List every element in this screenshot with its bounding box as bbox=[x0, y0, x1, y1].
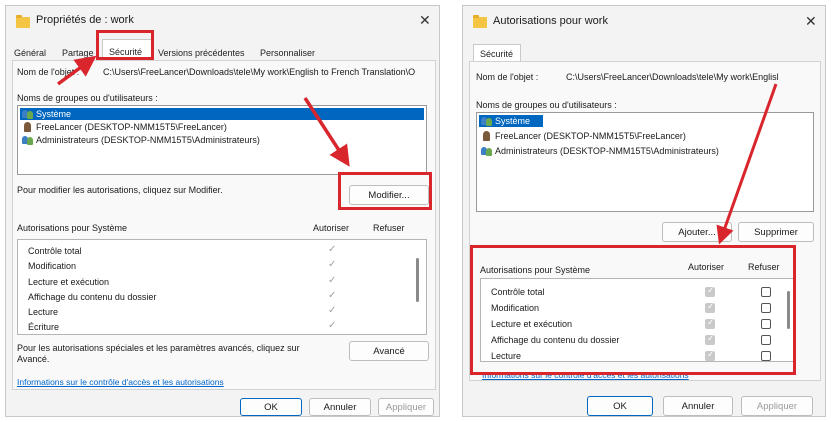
tab-customize[interactable]: Personnaliser bbox=[260, 48, 315, 58]
group-icon bbox=[481, 146, 492, 156]
group-icon bbox=[22, 109, 33, 119]
user-name: Administrateurs (DESKTOP-NMM15T5\Adminis… bbox=[36, 135, 260, 145]
security-panel: Nom de l'objet : C:\Users\FreeLancer\Dow… bbox=[12, 60, 436, 390]
ok-button[interactable]: OK bbox=[587, 396, 653, 416]
info-link[interactable]: Informations sur le contrôle d'accès et … bbox=[17, 377, 224, 387]
allow-check-icon: ✓ bbox=[328, 244, 337, 255]
allow-header: Autoriser bbox=[313, 223, 350, 233]
permissions-titlebar: Autorisations pour work ✕ bbox=[463, 6, 825, 36]
object-path: C:\Users\FreeLancer\Downloads\tele\My wo… bbox=[566, 72, 779, 82]
annotation-box-modify-button bbox=[338, 172, 432, 210]
permission-name: Écriture bbox=[28, 322, 60, 332]
advanced-button[interactable]: Avancé bbox=[349, 341, 429, 361]
permission-name: Affichage du contenu du dossier bbox=[28, 292, 157, 302]
apply-button[interactable]: Appliquer bbox=[378, 398, 434, 416]
user-name: FreeLancer (DESKTOP-NMM15T5\FreeLancer) bbox=[36, 122, 227, 132]
tab-security[interactable]: Sécurité bbox=[473, 44, 521, 62]
user-name: Système bbox=[495, 116, 531, 126]
users-listbox[interactable]: Système FreeLancer (DESKTOP-NMM15T5\Free… bbox=[476, 112, 814, 212]
list-item-system[interactable]: Système bbox=[20, 108, 424, 120]
group-icon bbox=[481, 116, 492, 126]
user-icon bbox=[481, 131, 492, 141]
cancel-button[interactable]: Annuler bbox=[309, 398, 371, 416]
user-name: Administrateurs (DESKTOP-NMM15T5\Adminis… bbox=[495, 146, 719, 156]
permissions-label: Autorisations pour Système bbox=[17, 223, 128, 233]
allow-check-icon: ✓ bbox=[328, 275, 337, 286]
tab-previous-versions[interactable]: Versions précédentes bbox=[158, 48, 245, 58]
groups-label: Noms de groupes ou d'utilisateurs : bbox=[476, 100, 617, 110]
annotation-box-permissions bbox=[470, 245, 796, 375]
list-item-administrators[interactable]: Administrateurs (DESKTOP-NMM15T5\Adminis… bbox=[479, 145, 811, 157]
advanced-hint-line1: Pour les autorisations spéciales et les … bbox=[17, 343, 300, 353]
properties-titlebar: Propriétés de : work ✕ bbox=[6, 6, 439, 36]
list-item-system[interactable]: Système bbox=[479, 115, 543, 127]
list-item-freelancer[interactable]: FreeLancer (DESKTOP-NMM15T5\FreeLancer) bbox=[479, 130, 811, 142]
cancel-button[interactable]: Annuler bbox=[663, 396, 733, 416]
apply-button[interactable]: Appliquer bbox=[741, 396, 813, 416]
tab-sharing[interactable]: Partage bbox=[62, 48, 100, 58]
allow-check-icon: ✓ bbox=[328, 290, 337, 301]
close-icon[interactable]: ✕ bbox=[419, 12, 431, 29]
permissions-listbox[interactable]: Contrôle total Modification Lecture et e… bbox=[17, 239, 427, 335]
users-listbox[interactable]: Système FreeLancer (DESKTOP-NMM15T5\Free… bbox=[17, 105, 427, 175]
permission-name: Lecture et exécution bbox=[28, 277, 110, 287]
user-name: FreeLancer (DESKTOP-NMM15T5\FreeLancer) bbox=[495, 131, 686, 141]
object-path: C:\Users\FreeLancer\Downloads\tele\My wo… bbox=[103, 67, 416, 77]
folder-icon bbox=[473, 15, 487, 28]
group-icon bbox=[22, 135, 33, 145]
deny-header: Refuser bbox=[373, 223, 405, 233]
properties-window: Propriétés de : work ✕ Général Partage S… bbox=[5, 5, 440, 417]
allow-check-icon: ✓ bbox=[328, 320, 337, 331]
modify-hint: Pour modifier les autorisations, cliquez… bbox=[17, 185, 223, 195]
allow-check-icon: ✓ bbox=[328, 259, 337, 270]
user-icon bbox=[22, 122, 33, 132]
list-item-administrators[interactable]: Administrateurs (DESKTOP-NMM15T5\Adminis… bbox=[20, 134, 424, 146]
groups-label: Noms de groupes ou d'utilisateurs : bbox=[17, 93, 158, 103]
annotation-box-security-tab bbox=[96, 30, 154, 60]
object-name-label: Nom de l'objet : bbox=[476, 72, 539, 82]
folder-icon bbox=[16, 15, 30, 28]
window-title: Autorisations pour work bbox=[493, 15, 608, 27]
allow-check-icon: ✓ bbox=[328, 305, 337, 316]
permission-name: Modification bbox=[28, 261, 77, 271]
ok-button[interactable]: OK bbox=[240, 398, 302, 416]
close-icon[interactable]: ✕ bbox=[805, 13, 817, 30]
annotation-arrow-permissions bbox=[716, 83, 778, 245]
permission-name: Lecture bbox=[28, 307, 59, 317]
tab-general[interactable]: Général bbox=[14, 48, 46, 58]
window-title: Propriétés de : work bbox=[36, 14, 134, 26]
add-button[interactable]: Ajouter... bbox=[662, 222, 732, 242]
scrollbar[interactable] bbox=[416, 258, 419, 302]
user-name: Système bbox=[36, 109, 72, 119]
list-item-freelancer[interactable]: FreeLancer (DESKTOP-NMM15T5\FreeLancer) bbox=[20, 121, 424, 133]
remove-button[interactable]: Supprimer bbox=[738, 222, 814, 242]
permission-name: Contrôle total bbox=[28, 246, 82, 256]
advanced-hint-line2: Avancé. bbox=[17, 354, 50, 364]
